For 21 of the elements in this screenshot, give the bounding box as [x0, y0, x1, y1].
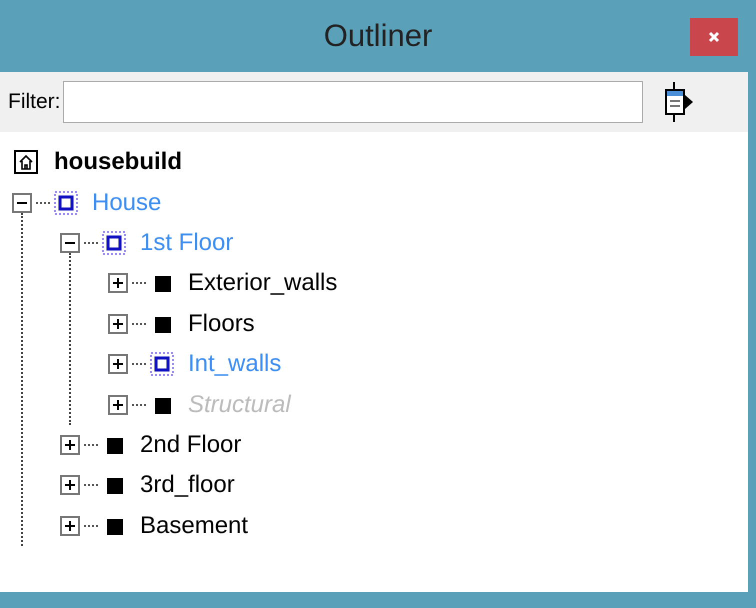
tree-item[interactable]: 2nd Floor — [140, 430, 242, 459]
tree-item[interactable]: 3rd_floor — [140, 471, 235, 500]
window-title: Outliner — [324, 18, 432, 54]
model-name[interactable]: housebuild — [54, 148, 182, 176]
tree-item[interactable]: Floors — [188, 310, 255, 338]
close-icon — [708, 31, 720, 43]
filter-label: Filter: — [8, 90, 60, 114]
expand-icon[interactable] — [108, 354, 128, 374]
expand-icon[interactable] — [108, 394, 128, 415]
collapse-icon[interactable] — [12, 192, 32, 213]
house-icon — [14, 150, 38, 174]
close-button[interactable] — [690, 18, 738, 56]
filter-field[interactable] — [62, 81, 642, 123]
expand-icon[interactable] — [108, 314, 128, 334]
expand-icon[interactable] — [60, 516, 80, 536]
expand-icon[interactable] — [60, 434, 80, 455]
tree-item[interactable]: Exterior_walls — [188, 269, 338, 298]
tree-item[interactable]: Basement — [140, 512, 248, 540]
expand-icon[interactable] — [108, 273, 128, 294]
collapse-icon[interactable] — [60, 232, 80, 253]
expand-icon[interactable] — [60, 475, 80, 496]
